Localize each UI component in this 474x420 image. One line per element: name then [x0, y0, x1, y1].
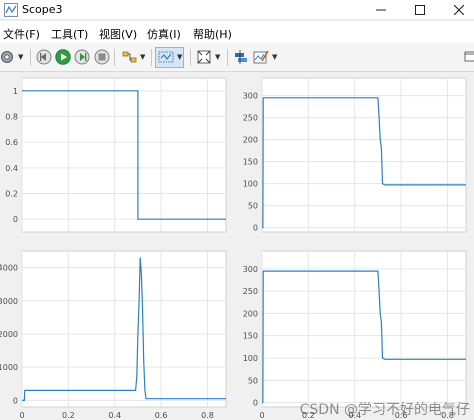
y-tick-label: 0	[253, 399, 258, 408]
x-tick-label: 0	[259, 411, 264, 420]
y-tick-label: 4000	[0, 264, 18, 273]
zoom-dropdown-icon[interactable]: ▼	[177, 53, 182, 61]
y-tick-label: 1000	[0, 363, 18, 372]
y-tick-label: 0	[253, 224, 258, 233]
settings-icon[interactable]	[0, 49, 16, 65]
y-tick-label: 0	[13, 396, 18, 405]
toolbar-separator	[151, 49, 152, 66]
y-tick-label: 100	[243, 354, 258, 363]
scope-plot-2[interactable]: 0 50 100 150 200 250 300	[243, 77, 467, 233]
toolbar-separator	[30, 49, 31, 66]
y-tick-label: 250	[243, 287, 258, 296]
menu-bar: 文件(F) 工具(T) 视图(V) 仿真(I) 帮助(H)	[0, 21, 474, 43]
stop-icon[interactable]	[94, 49, 110, 65]
y-tick-label: 150	[243, 158, 258, 167]
scope-plot-4[interactable]: 0 0.2 0.4 0.6 0.8050100150200250300	[243, 250, 467, 420]
x-tick-label: 0.6	[155, 411, 168, 420]
toolbar-separator	[190, 49, 191, 66]
y-tick-label: 3000	[0, 297, 18, 306]
plot-background	[21, 77, 227, 233]
y-tick-label: 50	[248, 376, 258, 385]
toolbar-separator	[114, 49, 115, 66]
edit-dropdown-icon[interactable]: ▼	[272, 53, 277, 61]
highlight-icon[interactable]	[122, 49, 138, 65]
undock-icon[interactable]	[462, 49, 474, 65]
toolbar: ▼ ▼ ▼ ▼ ▼	[0, 43, 474, 72]
y-tick-label: 0.8	[5, 113, 18, 122]
fit-icon[interactable]	[196, 49, 212, 65]
menu-tools[interactable]: 工具(T)	[51, 26, 88, 42]
plot-background	[21, 250, 227, 408]
step-forward-icon[interactable]	[74, 49, 90, 65]
x-tick-label: 0	[19, 411, 24, 420]
y-tick-label: 200	[243, 136, 258, 145]
x-tick-label: 0.4	[108, 411, 121, 420]
y-tick-label: 300	[243, 92, 258, 101]
maximize-button[interactable]	[405, 0, 435, 20]
y-tick-label: 0.4	[5, 164, 18, 173]
plot-background	[261, 77, 467, 233]
run-icon[interactable]	[55, 49, 71, 65]
settings-dropdown-icon[interactable]: ▼	[18, 53, 23, 61]
y-tick-label: 50	[248, 202, 258, 211]
window-title: Scope3	[22, 3, 63, 16]
minimize-icon	[376, 9, 386, 11]
y-tick-label: 0.2	[5, 190, 18, 199]
y-tick-label: 1	[13, 87, 18, 96]
fit-dropdown-icon[interactable]: ▼	[215, 53, 220, 61]
plot-background	[261, 250, 467, 408]
y-tick-label: 2000	[0, 330, 18, 339]
menu-file[interactable]: 文件(F)	[3, 26, 40, 42]
y-tick-label: 100	[243, 180, 258, 189]
edit-icon[interactable]	[253, 49, 269, 65]
scope-plots[interactable]: 0 0.2 0.4 0.6 0.8 1 0 50 100 150 200 250 300 0 0.2 0.…	[0, 73, 474, 420]
back-icon[interactable]	[36, 49, 52, 65]
y-tick-label: 250	[243, 114, 258, 123]
y-tick-label: 0	[13, 215, 18, 224]
title-bar: Scope3	[0, 0, 474, 20]
scope-app-icon	[4, 3, 18, 17]
zoom-icon[interactable]	[158, 49, 174, 65]
menu-view[interactable]: 视图(V)	[99, 26, 137, 42]
close-icon	[454, 5, 464, 15]
watermark: CSDN @学习不好的电气仔	[299, 402, 470, 418]
menu-simulation[interactable]: 仿真(I)	[147, 26, 181, 42]
y-tick-label: 150	[243, 332, 258, 341]
x-tick-label: 0.2	[62, 411, 75, 420]
y-tick-label: 300	[243, 265, 258, 274]
close-button[interactable]	[444, 0, 474, 20]
maximize-icon	[415, 5, 425, 15]
toolbar-separator	[227, 49, 228, 66]
scope-plot-1[interactable]: 0 0.2 0.4 0.6 0.8 1	[5, 77, 227, 233]
cursor-icon[interactable]	[233, 49, 249, 65]
menu-help[interactable]: 帮助(H)	[193, 26, 232, 42]
highlight-dropdown-icon[interactable]: ▼	[140, 53, 145, 61]
y-tick-label: 200	[243, 309, 258, 318]
minimize-button[interactable]	[366, 0, 396, 20]
scope-plot-3[interactable]: 0 0.2 0.4 0.6 0.8 0 1000 2000 3000 4000	[0, 250, 227, 420]
x-tick-label: 0.8	[201, 411, 214, 420]
y-tick-label: 0.6	[5, 138, 18, 147]
